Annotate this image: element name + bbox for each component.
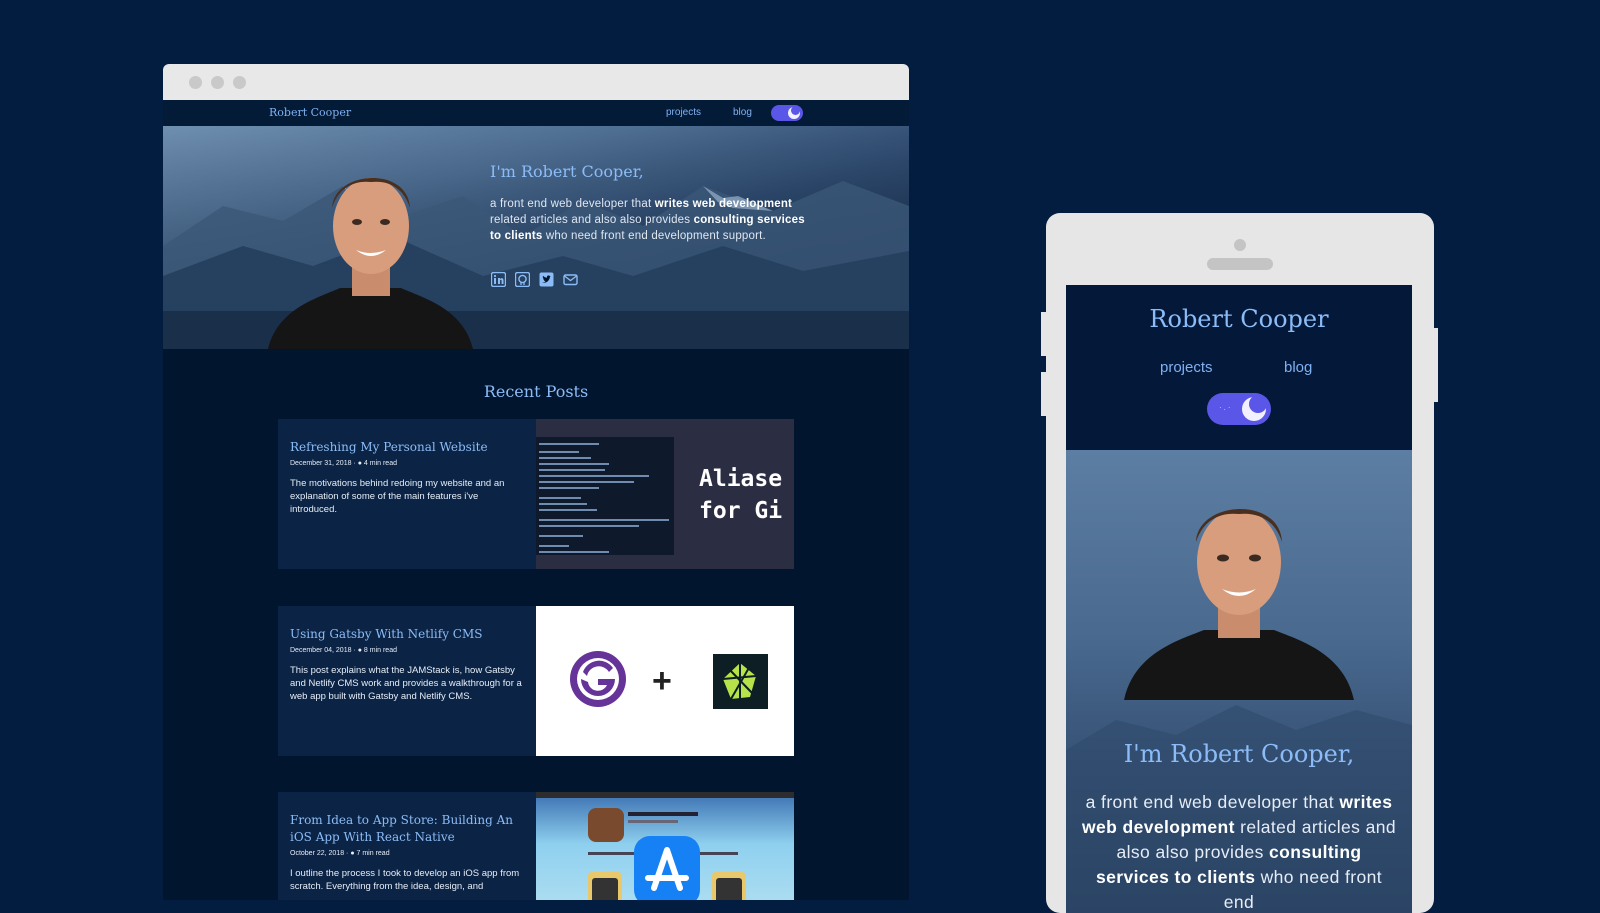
- recent-posts-heading: Recent Posts: [483, 382, 589, 401]
- desktop-browser-mockup: Robert Cooper projects blog I'm Robert C…: [163, 64, 909, 900]
- hero-section: I'm Robert Cooper, a front end web devel…: [163, 126, 909, 349]
- post-meta: December 04, 2018 · ● 8 min read: [290, 647, 397, 654]
- intro-text: related articles and also also provides: [490, 214, 694, 226]
- thumbnail-caption: Aliase for Gi: [699, 463, 782, 527]
- email-icon[interactable]: [563, 272, 578, 287]
- mobile-nav-projects[interactable]: projects: [1160, 359, 1213, 376]
- github-icon[interactable]: [514, 271, 531, 288]
- thumbnail-caption-line: Aliase: [699, 466, 783, 492]
- post-date: October 22, 2018: [290, 850, 345, 857]
- moon-icon: [788, 106, 800, 119]
- nav-blog-link[interactable]: blog: [733, 107, 752, 118]
- mobile-hero-heading: I'm Robert Cooper,: [1123, 740, 1355, 768]
- dark-mode-toggle[interactable]: [771, 105, 803, 121]
- profile-photo: [268, 177, 473, 349]
- mobile-dark-mode-toggle[interactable]: ·.·: [1207, 393, 1271, 425]
- hero-intro: a front end web developer that writes we…: [490, 196, 805, 244]
- post-read-time: 7 min read: [356, 850, 390, 857]
- post-date: December 04, 2018: [290, 647, 352, 654]
- post-body: Using Gatsby With Netlify CMS December 0…: [290, 626, 526, 703]
- post-card[interactable]: Using Gatsby With Netlify CMS December 0…: [278, 606, 794, 756]
- post-date: December 31, 2018: [290, 460, 352, 467]
- clock-icon: ●: [357, 460, 362, 467]
- intro-text: who need front end development support.: [542, 230, 766, 242]
- post-meta: December 31, 2018 · ● 4 min read: [290, 460, 397, 467]
- post-body: Refreshing My Personal Website December …: [290, 439, 526, 516]
- thumbnail-caption-line: for Gi: [699, 498, 783, 524]
- gatsby-logo-icon: [570, 651, 626, 707]
- stars-icon: ·.·: [1219, 403, 1233, 412]
- phone-screen: Robert Cooper projects blog ·.· I'm Robe…: [1066, 285, 1412, 913]
- app-store-screenshot-image: [536, 792, 794, 900]
- window-minimize-dot[interactable]: [211, 76, 224, 89]
- intro-text: a front end web developer that: [490, 198, 655, 210]
- post-body: From Idea to App Store: Building An iOS …: [290, 812, 526, 893]
- post-card[interactable]: Refreshing My Personal Website December …: [278, 419, 794, 569]
- post-thumbnail[interactable]: Aliase for Gi: [536, 419, 794, 569]
- mobile-profile-photo: [1124, 508, 1354, 700]
- post-card[interactable]: From Idea to App Store: Building An iOS …: [278, 792, 794, 900]
- moon-icon: [1242, 395, 1267, 421]
- post-description: The motivations behind redoing my websit…: [290, 478, 505, 515]
- post-title[interactable]: Refreshing My Personal Website: [290, 439, 526, 456]
- social-links: [490, 271, 578, 288]
- mobile-hero: I'm Robert Cooper, a front end web devel…: [1066, 450, 1412, 913]
- phone-mockup: Robert Cooper projects blog ·.· I'm Robe…: [1046, 213, 1434, 913]
- nav-projects-link[interactable]: projects: [666, 107, 701, 118]
- mobile-nav-blog[interactable]: blog: [1284, 359, 1312, 376]
- twitter-icon[interactable]: [539, 272, 554, 287]
- intro-highlight: writes web development: [654, 198, 793, 210]
- netlify-logo-icon: [713, 654, 768, 709]
- post-thumbnail[interactable]: [536, 792, 794, 900]
- plus-icon: +: [652, 662, 672, 700]
- post-thumbnail[interactable]: +: [536, 606, 794, 756]
- hero-heading: I'm Robert Cooper,: [490, 162, 644, 181]
- phone-camera: [1234, 239, 1246, 251]
- site-brand-link[interactable]: Robert Cooper: [269, 106, 351, 119]
- clock-icon: ●: [357, 647, 362, 654]
- mobile-site-brand[interactable]: Robert Cooper: [1066, 305, 1412, 333]
- post-description: This post explains what the JAMStack is,…: [290, 665, 522, 702]
- window-maximize-dot[interactable]: [233, 76, 246, 89]
- phone-speaker: [1207, 258, 1273, 270]
- post-description: I outline the process I took to develop …: [290, 868, 520, 892]
- window-close-dot[interactable]: [189, 76, 202, 89]
- mobile-header: Robert Cooper projects blog ·.·: [1066, 285, 1412, 450]
- site-nav: Robert Cooper projects blog: [163, 100, 909, 126]
- post-read-time: 8 min read: [363, 647, 397, 654]
- linkedin-icon[interactable]: [490, 271, 507, 288]
- mobile-hero-intro: a front end web developer that writes we…: [1080, 790, 1398, 913]
- browser-titlebar: [163, 64, 909, 100]
- post-title[interactable]: Using Gatsby With Netlify CMS: [290, 626, 526, 643]
- post-meta: October 22, 2018 · ● 7 min read: [290, 850, 390, 857]
- intro-text: a front end web developer that: [1085, 792, 1340, 812]
- post-read-time: 4 min read: [363, 460, 397, 467]
- clock-icon: ●: [350, 850, 355, 857]
- post-title[interactable]: From Idea to App Store: Building An iOS …: [290, 812, 526, 846]
